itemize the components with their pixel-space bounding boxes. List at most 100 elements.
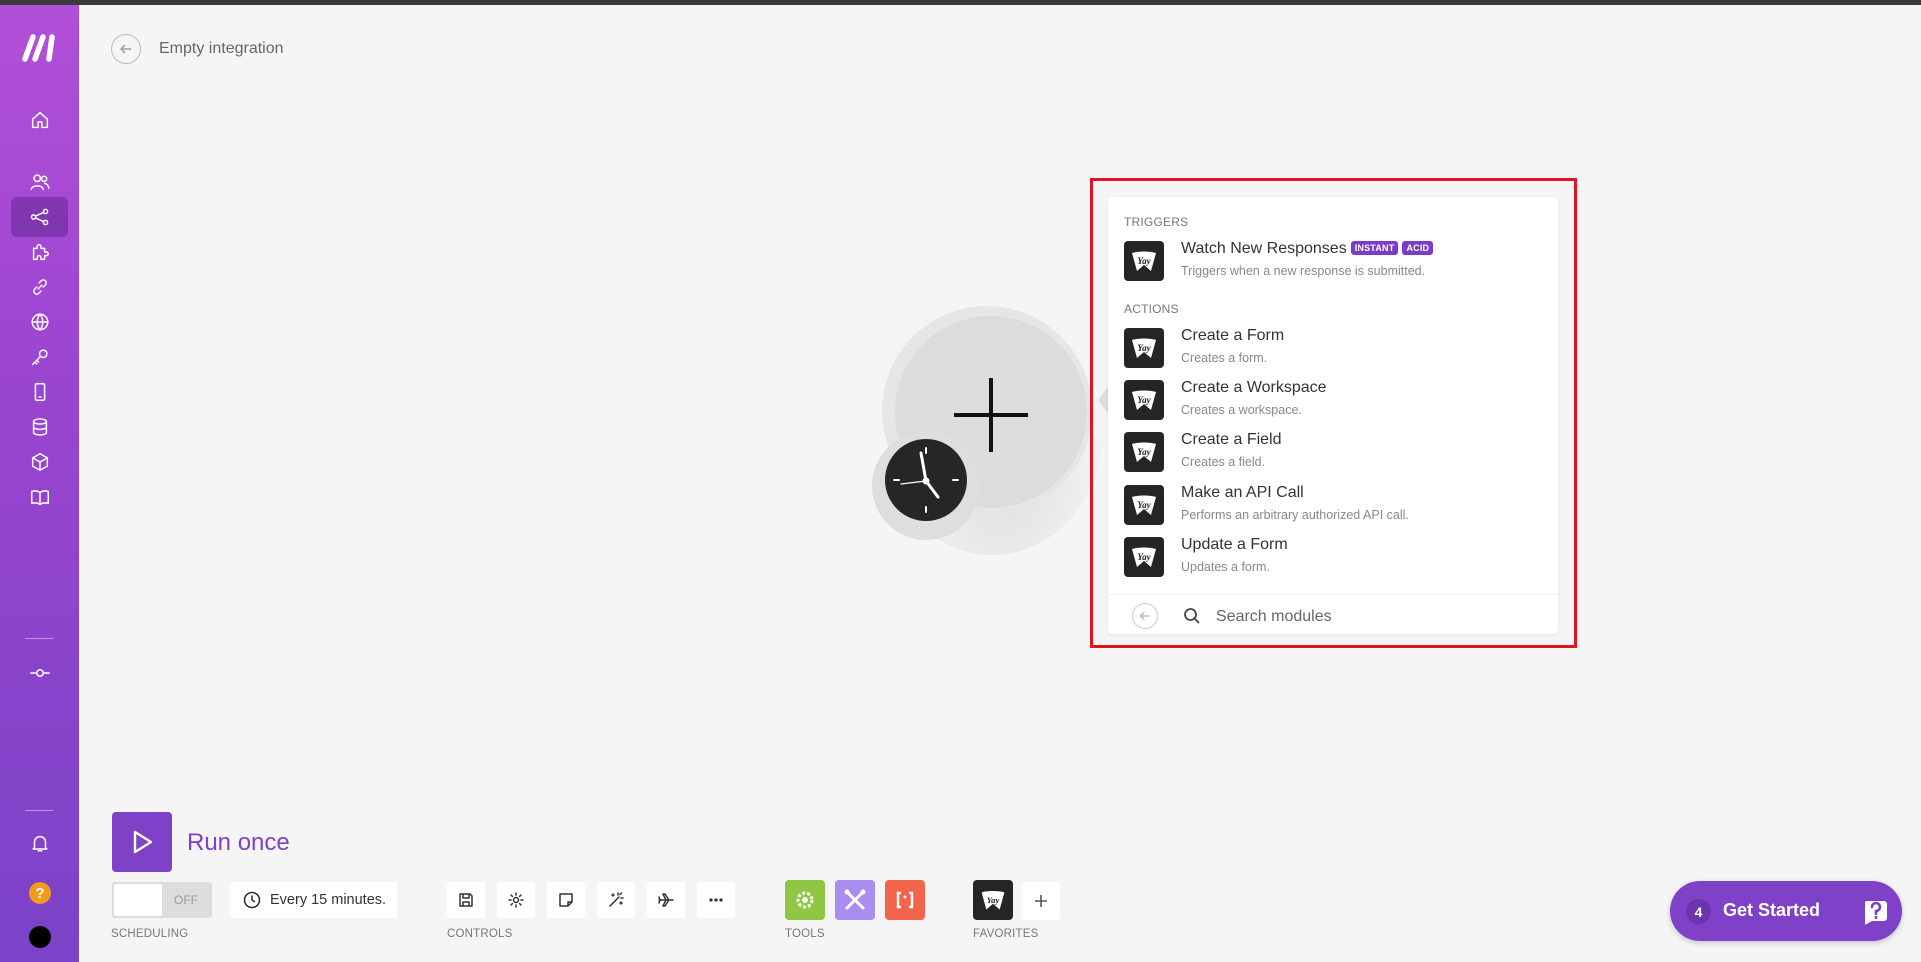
sidebar-item-notifications[interactable]: [11, 823, 68, 863]
avatar[interactable]: [29, 926, 51, 948]
module-watch-new-responses[interactable]: Yay Watch New Responses INSTANT ACID Trigg…: [1124, 239, 1544, 287]
back-button[interactable]: [111, 34, 141, 64]
run-once-label[interactable]: Run once: [187, 829, 290, 857]
tools-label: TOOLS: [785, 928, 825, 940]
sidebar: ?: [0, 5, 79, 962]
make-logo-icon[interactable]: [22, 33, 58, 63]
actions-heading: ACTIONS: [1124, 302, 1179, 316]
cube-icon: [31, 453, 48, 471]
tools-button[interactable]: [835, 880, 875, 920]
favorite-app-button[interactable]: Yay: [973, 880, 1013, 920]
module-create-workspace[interactable]: Yay Create a Workspace Creates a workspa…: [1124, 378, 1544, 426]
app-logo-icon: Yay: [981, 890, 1005, 910]
triggers-heading: TRIGGERS: [1124, 215, 1189, 229]
sidebar-item-templates[interactable]: [11, 232, 68, 272]
commit-icon: [29, 669, 50, 677]
gear-icon: [508, 892, 524, 908]
clock-icon[interactable]: [885, 439, 967, 521]
sidebar-divider: [25, 638, 53, 639]
panel-back-button[interactable]: [1132, 603, 1158, 629]
module-description: Performs an arbitrary authorized API cal…: [1181, 508, 1409, 522]
sidebar-item-org-switch[interactable]: [11, 653, 68, 693]
module-make-api-call[interactable]: Yay Make an API Call Performs an arbitra…: [1124, 483, 1544, 531]
schedule-setting-button[interactable]: Every 15 minutes.: [230, 882, 397, 918]
module-create-form[interactable]: Yay Create a Form Creates a form.: [1124, 326, 1544, 374]
bell-icon: [31, 835, 48, 852]
users-icon: [30, 174, 49, 191]
app-logo-icon: Yay: [1124, 328, 1164, 368]
sidebar-item-keys[interactable]: [11, 337, 68, 377]
page-title: Empty integration: [159, 40, 284, 57]
save-button[interactable]: [447, 882, 485, 918]
sidebar-item-scenarios[interactable]: [11, 197, 68, 237]
scheduling-label: SCHEDULING: [111, 928, 189, 940]
module-description: Creates a form.: [1181, 351, 1268, 365]
sidebar-item-webhooks[interactable]: [11, 302, 68, 342]
module-create-field[interactable]: Yay Create a Field Creates a field.: [1124, 430, 1544, 478]
search-modules-input[interactable]: [1214, 602, 1538, 632]
sidebar-item-docs[interactable]: [11, 477, 68, 517]
module-update-form[interactable]: Yay Update a Form Updates a form.: [1124, 535, 1544, 583]
instant-badge: INSTANT: [1350, 241, 1399, 255]
module-title: Watch New Responses INSTANT ACID: [1181, 240, 1434, 258]
get-started-button[interactable]: 4 Get Started: [1670, 881, 1902, 941]
settings-button[interactable]: [497, 882, 535, 918]
globe-icon: [30, 313, 49, 331]
plus-icon[interactable]: [989, 378, 993, 452]
app-logo-icon: Yay: [1124, 432, 1164, 472]
module-list-panel: TRIGGERS Yay Watch New Responses INSTANT A…: [1108, 197, 1558, 634]
play-icon: [133, 830, 153, 854]
more-options-button[interactable]: [697, 882, 735, 918]
schedule-text: Every 15 minutes.: [270, 892, 387, 908]
module-title: Make an API Call: [1181, 484, 1304, 501]
svg-text:Yay: Yay: [1137, 552, 1151, 562]
auto-align-button[interactable]: [597, 882, 635, 918]
clock-icon: [243, 891, 261, 909]
get-started-label: Get Started: [1723, 900, 1821, 920]
favorites-label: FAVORITES: [973, 928, 1039, 940]
module-description: Updates a form.: [1181, 560, 1270, 574]
toggle-state: OFF: [174, 893, 198, 907]
svg-text:Yay: Yay: [987, 895, 1000, 905]
help-chat-icon: [1860, 897, 1890, 927]
flow-control-button[interactable]: [785, 880, 825, 920]
explain-flow-button[interactable]: [647, 882, 685, 918]
airplane-icon: [658, 893, 674, 907]
svg-text:Yay: Yay: [1137, 500, 1151, 510]
database-icon: [32, 418, 47, 436]
help-icon[interactable]: ?: [29, 882, 51, 904]
add-favorite-button[interactable]: [1022, 882, 1060, 920]
text-parser-button[interactable]: [885, 880, 925, 920]
svg-text:Yay: Yay: [1137, 256, 1151, 266]
key-icon: [31, 349, 48, 366]
module-description: Creates a field.: [1181, 455, 1266, 469]
module-title: Create a Form: [1181, 327, 1285, 344]
scheduling-toggle[interactable]: OFF: [112, 882, 212, 918]
module-title: Create a Field: [1181, 431, 1282, 448]
top-bar: [0, 0, 1921, 5]
module-title: Update a Form: [1181, 536, 1288, 553]
svg-text:Yay: Yay: [1137, 343, 1151, 353]
sidebar-item-devices[interactable]: [11, 372, 68, 412]
sidebar-item-data-stores[interactable]: [11, 407, 68, 447]
toggle-knob: [114, 884, 162, 916]
magic-wand-icon: [609, 892, 624, 907]
sidebar-item-data-structures[interactable]: [11, 442, 68, 482]
module-description: Triggers when a new response is submitte…: [1181, 264, 1426, 278]
wrench-icon: [844, 889, 866, 910]
notes-button[interactable]: [547, 882, 585, 918]
panel-divider: [1108, 594, 1558, 595]
run-once-button[interactable]: [112, 812, 172, 872]
app-logo-icon: Yay: [1124, 241, 1164, 281]
arrow-left-icon: [119, 44, 131, 54]
module-description: Creates a workspace.: [1181, 403, 1302, 417]
sidebar-item-team[interactable]: [11, 162, 68, 202]
share-icon: [30, 208, 48, 226]
sidebar-item-home[interactable]: [11, 100, 68, 140]
app-logo-icon: Yay: [1124, 537, 1164, 577]
sidebar-item-connections[interactable]: [11, 267, 68, 307]
app-logo-icon: Yay: [1124, 380, 1164, 420]
controls-label: CONTROLS: [447, 928, 513, 940]
mobile-icon: [34, 383, 45, 401]
svg-text:Yay: Yay: [1137, 395, 1151, 405]
